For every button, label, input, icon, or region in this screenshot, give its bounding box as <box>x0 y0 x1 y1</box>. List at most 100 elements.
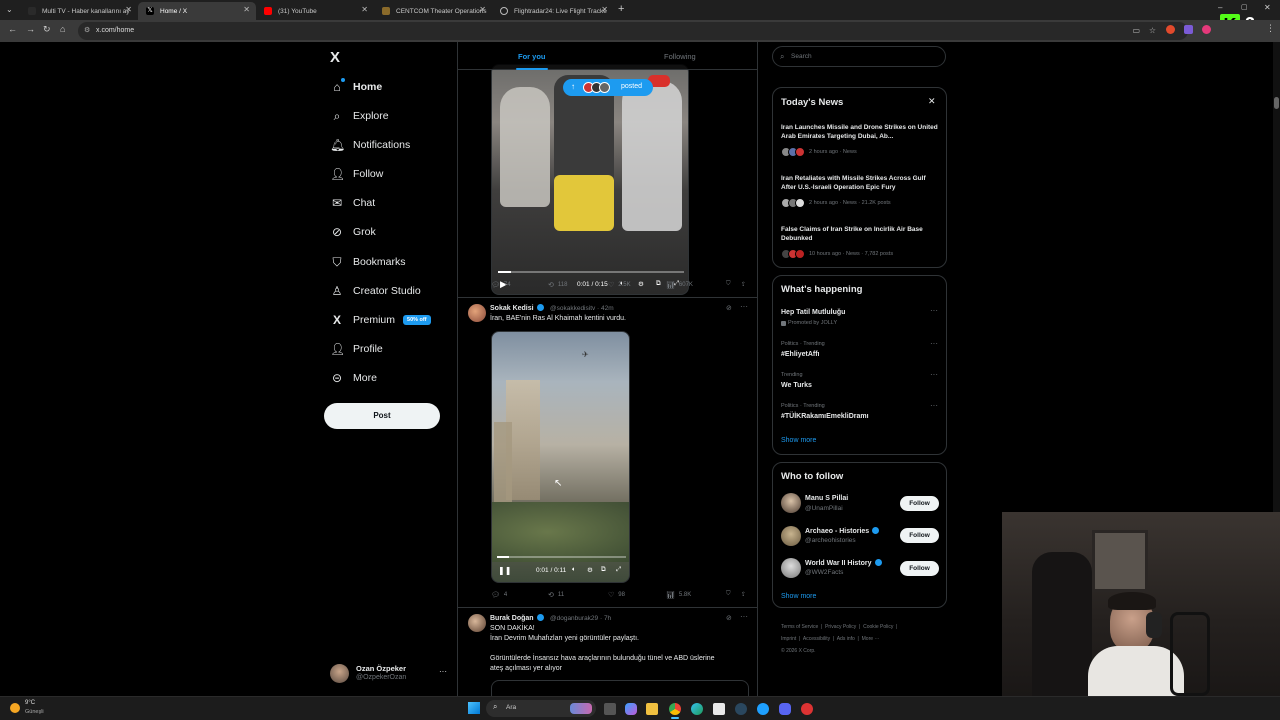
footer-link[interactable]: Privacy Policy <box>825 624 856 630</box>
footer-link[interactable]: Ads info <box>837 636 855 642</box>
footer-link[interactable]: More ··· <box>862 636 880 642</box>
install-app-icon[interactable]: ▭ <box>1132 22 1140 40</box>
like-button[interactable]: ♡ 98 <box>608 591 625 599</box>
tab-home-x[interactable]: 𝕏 Home / X ✕ <box>138 2 256 20</box>
extension-icon[interactable] <box>1166 25 1175 34</box>
footer-link[interactable]: Imprint <box>781 636 796 642</box>
taskbar-search[interactable]: ⌕ Ara <box>486 700 596 717</box>
close-icon[interactable]: ✕ <box>361 5 368 14</box>
post-author-name[interactable]: Burak Doğan <box>490 614 544 622</box>
fullscreen-icon[interactable]: ⤢ <box>616 566 621 574</box>
tab-youtube[interactable]: (31) YouTube ✕ <box>256 2 374 20</box>
tab-centcom[interactable]: CENTCOM Theater Operations ✕ <box>374 2 492 20</box>
repost-button[interactable]: ⟲ 118 <box>548 281 567 289</box>
x-logo-icon[interactable]: X <box>330 49 340 66</box>
share-icon[interactable]: ⇪ <box>741 591 746 598</box>
post2-video[interactable]: ✈ ❚❚ 0:01 / 0:11 🔈︎ ⚙ ⧉ ⤢ <box>491 331 630 583</box>
account-more-icon[interactable]: ··· <box>439 667 447 676</box>
post3-media-card[interactable] <box>491 680 749 696</box>
store-icon[interactable] <box>713 703 725 715</box>
close-icon[interactable]: ✕ <box>243 5 250 14</box>
sidebar-item-home[interactable]: ⌂ Home <box>330 77 382 97</box>
minimize-icon[interactable]: – <box>1218 3 1222 12</box>
task-view-icon[interactable] <box>604 703 616 715</box>
sidebar-item-grok[interactable]: ⊘ Grok <box>330 222 376 242</box>
start-icon[interactable] <box>468 702 480 714</box>
post-author-handle[interactable]: @doganburak29 · 7h <box>550 615 611 622</box>
chrome-icon[interactable] <box>669 703 681 715</box>
new-posts-pill[interactable]: ↑ posted <box>563 79 653 96</box>
bookmark-icon[interactable]: ⛉ <box>726 281 731 288</box>
post-button[interactable]: Post <box>324 403 440 429</box>
file-explorer-icon[interactable] <box>646 703 658 715</box>
sidebar-item-explore[interactable]: ⌕ Explore <box>330 106 389 126</box>
weather-temp[interactable]: 9°C <box>25 700 35 706</box>
reload-icon[interactable]: ↻ <box>43 24 51 35</box>
sidebar-item-bookmarks[interactable]: ⛉ Bookmarks <box>330 252 405 272</box>
mute-icon[interactable]: 🔈︎ <box>572 566 576 574</box>
forward-icon[interactable]: → <box>26 24 35 34</box>
close-icon[interactable]: ✕ <box>125 5 132 14</box>
sidebar-item-notifications[interactable]: 🔔︎ Notifications <box>330 135 410 155</box>
settings-icon[interactable]: ⚙ <box>638 280 644 288</box>
copilot-icon[interactable] <box>625 703 637 715</box>
settings-icon[interactable]: ⚙ <box>587 566 593 574</box>
follow-button[interactable]: Follow <box>900 496 939 511</box>
close-icon[interactable]: ✕ <box>928 96 936 107</box>
sidebar-item-follow[interactable]: 👤︎ Follow <box>330 164 383 184</box>
close-icon[interactable]: ✕ <box>601 5 608 14</box>
trend-more-icon[interactable]: ··· <box>930 370 938 379</box>
post-more-icon[interactable]: ··· <box>740 302 748 311</box>
views-button[interactable]: 📊︎ 5.8K <box>666 591 691 599</box>
video-progress-bar[interactable] <box>497 556 626 558</box>
grok-icon[interactable]: ⊘ <box>726 614 732 622</box>
tab-multi-tv[interactable]: Multi TV - Haber kanallarını ay ✕ <box>20 2 138 20</box>
discord-icon[interactable] <box>779 703 791 715</box>
sidebar-item-premium[interactable]: X Premium 50% off <box>330 310 431 330</box>
footer-link[interactable]: Terms of Service <box>781 624 818 630</box>
home-browser-icon[interactable]: ⌂ <box>60 24 65 34</box>
maximize-icon[interactable]: ▢ <box>1241 3 1248 11</box>
vpn-icon[interactable] <box>757 703 769 715</box>
pip-icon[interactable]: ⧉ <box>656 280 661 288</box>
video-progress-bar[interactable] <box>498 271 684 273</box>
footer-link[interactable]: Accessibility <box>803 636 830 642</box>
app-icon[interactable] <box>801 703 813 715</box>
tab-following[interactable]: Following <box>664 52 696 61</box>
footer-link[interactable]: Cookie Policy <box>863 624 893 630</box>
share-icon[interactable]: ⇪ <box>741 281 746 288</box>
reply-button[interactable]: 💬︎ 74 <box>491 281 511 289</box>
menu-dots-icon[interactable]: ⋮ <box>1266 23 1275 34</box>
post-author-handle[interactable]: @sokakkedisitv · 42m <box>550 305 614 312</box>
account-switcher[interactable]: Ozan Özpeker @OzpekerOzan ··· <box>330 662 450 686</box>
tab-flightradar[interactable]: Flightradar24: Live Flight Tracke ✕ <box>492 2 614 20</box>
tab-list-icon[interactable]: ⌄ <box>6 5 13 14</box>
close-icon[interactable]: ✕ <box>479 5 486 14</box>
sidebar-item-profile[interactable]: 👤︎ Profile <box>330 339 383 359</box>
follow-button[interactable]: Follow <box>900 528 939 543</box>
trend-more-icon[interactable]: ··· <box>930 306 938 315</box>
steam-icon[interactable] <box>735 703 747 715</box>
avatar[interactable] <box>468 614 486 632</box>
sidebar-item-creator-studio[interactable]: ♙ Creator Studio <box>330 281 421 301</box>
views-button[interactable]: 📊︎ 607K <box>666 281 693 289</box>
grok-icon[interactable]: ⊘ <box>726 304 732 312</box>
sidebar-item-chat[interactable]: ✉ Chat <box>330 193 375 213</box>
address-bar[interactable]: ⚙ x.com/home ▭ ☆ <box>78 22 1188 40</box>
edge-icon[interactable] <box>691 703 703 715</box>
close-window-icon[interactable]: ✕ <box>1264 3 1271 12</box>
post-more-icon[interactable]: ··· <box>740 612 748 621</box>
post-author-name[interactable]: Sokak Kedisi <box>490 304 544 312</box>
weather-icon[interactable] <box>10 703 20 713</box>
pause-icon[interactable]: ❚❚ <box>498 566 511 575</box>
bookmark-icon[interactable]: ⛉ <box>726 591 731 598</box>
back-icon[interactable]: ← <box>8 24 17 34</box>
scrollbar-thumb[interactable] <box>1274 97 1279 109</box>
pip-icon[interactable]: ⧉ <box>601 566 606 574</box>
search-input[interactable]: ⌕ Search <box>772 46 946 67</box>
show-more-link[interactable]: Show more <box>781 593 816 600</box>
trend-more-icon[interactable]: ··· <box>930 339 938 348</box>
avatar[interactable] <box>468 304 486 322</box>
extension-icon[interactable] <box>1184 25 1193 34</box>
tab-for-you[interactable]: For you <box>518 52 546 61</box>
